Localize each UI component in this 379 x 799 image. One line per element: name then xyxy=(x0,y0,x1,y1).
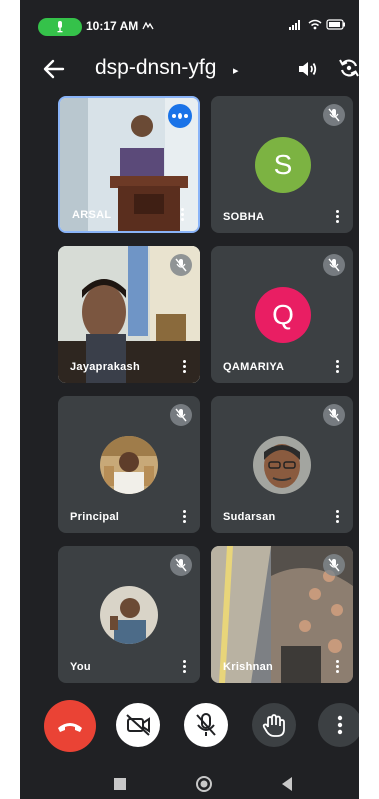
avatar xyxy=(253,436,311,494)
participant-name: Jayaprakash xyxy=(70,361,140,373)
participant-tile-jayaprakash[interactable]: Jayaprakash xyxy=(58,246,200,383)
more-vert-icon xyxy=(337,715,343,735)
end-call-button[interactable] xyxy=(44,700,96,752)
call-controls xyxy=(20,700,359,752)
avatar: S xyxy=(255,137,311,193)
wifi-icon xyxy=(308,19,322,30)
mic-off-icon xyxy=(323,404,345,426)
chevron-right-icon[interactable]: ▸ xyxy=(233,64,239,77)
switch-camera-icon[interactable] xyxy=(338,57,359,79)
participant-name: ARSAL xyxy=(72,209,112,221)
more-vert-icon[interactable] xyxy=(333,359,341,375)
ongoing-call-pill[interactable] xyxy=(38,18,82,36)
avatar: Q xyxy=(255,287,311,343)
phone-screen: 10:17 AM dsp-dnsn-yfg ▸ ARSAL S SOBHA Ja… xyxy=(20,0,359,799)
signal-icon xyxy=(289,20,300,30)
participant-tile-principal[interactable]: Principal xyxy=(58,396,200,533)
participant-tile-sudarsan[interactable]: Sudarsan xyxy=(211,396,353,533)
call-end-icon xyxy=(58,723,82,732)
mic-off-icon xyxy=(170,554,192,576)
more-vert-icon[interactable] xyxy=(180,359,188,375)
more-vert-icon[interactable] xyxy=(180,509,188,525)
meeting-header: dsp-dnsn-yfg ▸ xyxy=(20,48,359,88)
hand-icon xyxy=(262,714,285,737)
more-options-button[interactable] xyxy=(318,703,359,747)
system-nav-bar xyxy=(20,768,359,799)
mic-off-icon xyxy=(323,554,345,576)
videocam-off-icon xyxy=(126,714,150,736)
mic-off-icon xyxy=(170,254,192,276)
meeting-code[interactable]: dsp-dnsn-yfg xyxy=(95,56,216,80)
participant-name: Krishnan xyxy=(223,661,274,673)
participant-name: QAMARIYA xyxy=(223,361,285,373)
participant-tile-krishnan[interactable]: Krishnan xyxy=(211,546,353,683)
system-icons xyxy=(288,19,346,33)
participant-name: You xyxy=(70,661,91,673)
mic-off-icon xyxy=(323,254,345,276)
more-vert-icon[interactable] xyxy=(178,207,186,223)
raise-hand-button[interactable] xyxy=(252,703,296,747)
phone-icon xyxy=(57,21,63,33)
speaking-indicator-icon xyxy=(168,104,192,128)
more-vert-icon[interactable] xyxy=(333,659,341,675)
more-vert-icon[interactable] xyxy=(180,659,188,675)
status-bar: 10:17 AM xyxy=(20,0,359,36)
participant-name: Sudarsan xyxy=(223,511,276,523)
more-vert-icon[interactable] xyxy=(333,209,341,225)
mic-off-icon xyxy=(323,104,345,126)
battery-icon xyxy=(326,19,346,30)
avatar xyxy=(100,586,158,644)
mic-off-icon xyxy=(196,713,216,736)
camera-off-button[interactable] xyxy=(116,703,160,747)
participant-name: Principal xyxy=(70,511,120,523)
notification-icon xyxy=(142,22,154,30)
avatar xyxy=(100,436,158,494)
more-vert-icon[interactable] xyxy=(333,509,341,525)
participant-tile-qamariya[interactable]: Q QAMARIYA xyxy=(211,246,353,383)
back-arrow-icon[interactable] xyxy=(42,58,66,80)
recents-icon[interactable] xyxy=(113,777,127,791)
speaker-icon[interactable] xyxy=(296,58,318,80)
mic-off-icon xyxy=(170,404,192,426)
participant-name: SOBHA xyxy=(223,211,265,223)
participant-tile-sobha[interactable]: S SOBHA xyxy=(211,96,353,233)
back-icon[interactable] xyxy=(280,776,294,792)
mic-off-button[interactable] xyxy=(184,703,228,747)
home-icon[interactable] xyxy=(195,775,213,793)
participant-tile-arsal[interactable]: ARSAL xyxy=(58,96,200,233)
clock: 10:17 AM xyxy=(86,19,139,33)
participant-tile-you[interactable]: You xyxy=(58,546,200,683)
